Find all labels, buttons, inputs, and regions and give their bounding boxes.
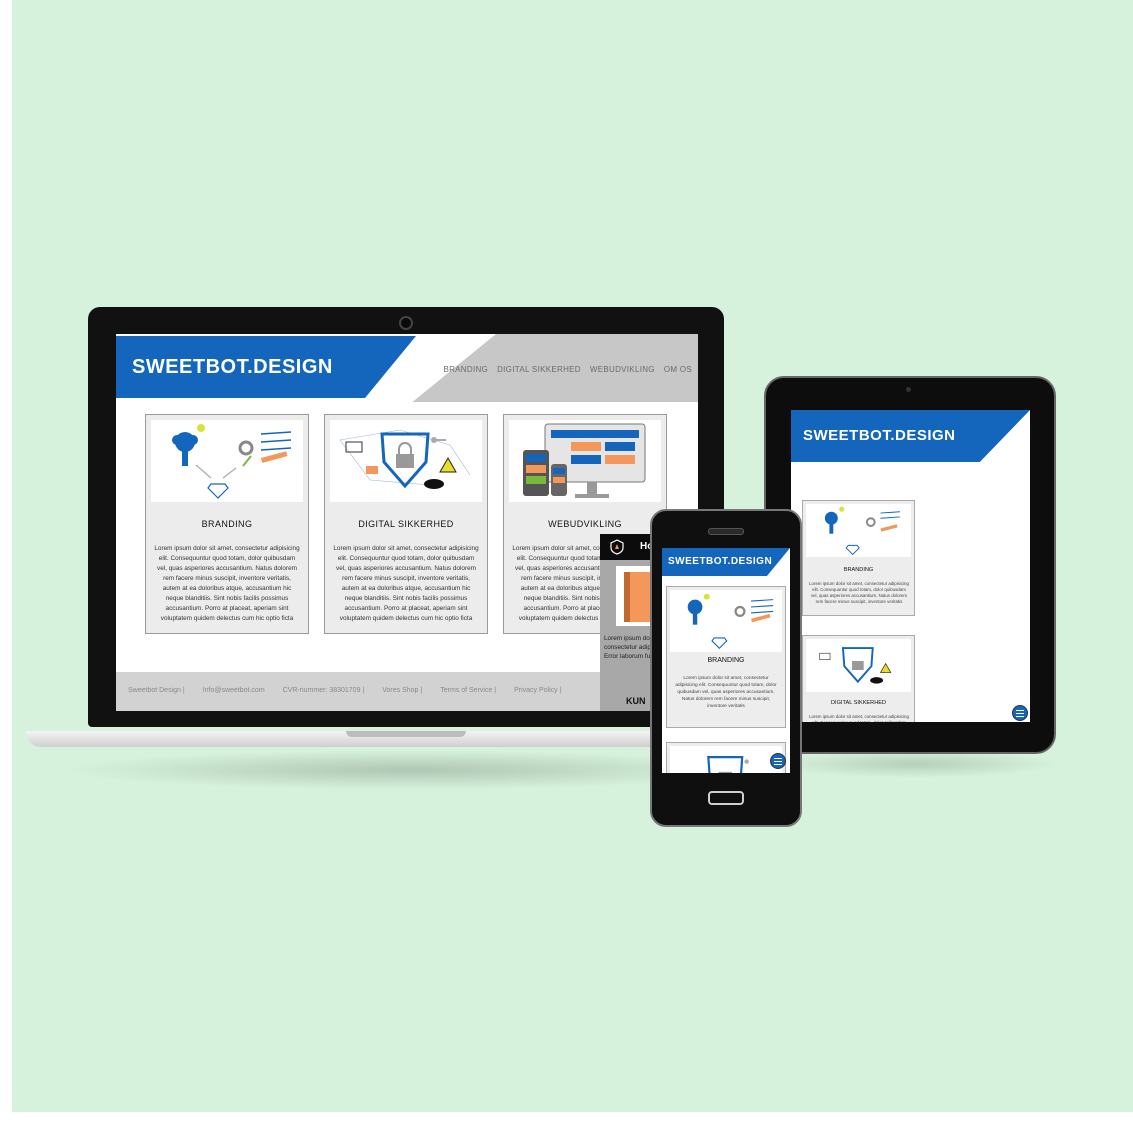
tablet-card-branding[interactable]: BRANDING Lorem ipsum dolor sit amet, con…	[802, 500, 915, 616]
footer-privacy-link[interactable]: Privacy Policy |	[514, 687, 561, 694]
shield-logo-icon	[610, 539, 624, 555]
card-title: BRANDING	[707, 657, 745, 664]
nav-om-os[interactable]: OM OS	[664, 365, 692, 374]
nav-digital-sikkerhed[interactable]: DIGITAL SIKKERHED	[497, 365, 581, 374]
branding-illustration	[806, 504, 911, 557]
laptop-camera	[399, 316, 413, 330]
site-header: SWEETBOT.DESIGN BRANDING DIGITAL SIKKERH…	[116, 334, 698, 402]
service-card-digital-sikkerhed[interactable]: DIGITAL SIKKERHED Lorem ipsum dolor sit …	[324, 414, 488, 634]
tablet-shadow	[770, 750, 1060, 778]
card-title: DIGITAL SIKKERHED	[830, 700, 887, 706]
security-illustration	[670, 746, 782, 773]
main-nav: BRANDING DIGITAL SIKKERHED WEBUDVIKLING …	[443, 365, 692, 374]
tablet-logo[interactable]: SWEETBOT.DESIGN	[803, 427, 956, 444]
pencil-icon	[242, 455, 252, 467]
gear-icon	[238, 440, 254, 456]
site-logo[interactable]: SWEETBOT.DESIGN	[132, 356, 333, 379]
card-title: BRANDING	[201, 519, 253, 529]
nav-webudvikling[interactable]: WEBUDVIKLING	[590, 365, 655, 374]
card-title: BRANDING	[843, 567, 874, 573]
card-text: Lorem ipsum dolor sit amet, consectetur …	[809, 714, 909, 722]
phone-card-branding[interactable]: BRANDING Lorem ipsum dolor sit amet, con…	[666, 586, 786, 728]
footer-cvr: CVR-nummer: 38301709 |	[282, 687, 365, 694]
warning-icon	[439, 456, 457, 473]
card-text: Lorem ipsum dolor sit amet, consectetur …	[154, 545, 300, 622]
tablet-camera	[906, 387, 911, 392]
tablet-card-digital-sikkerhed[interactable]: DIGITAL SIKKERHED Lorem ipsum dolor sit …	[802, 635, 915, 722]
security-illustration	[806, 639, 911, 692]
phone-logo[interactable]: SWEETBOT.DESIGN	[668, 556, 772, 567]
footer-company: Sweetbot Design |	[128, 687, 185, 694]
footer-terms-link[interactable]: Terms of Service |	[440, 687, 496, 694]
phone-home-button[interactable]	[708, 791, 744, 805]
laptop-screen: SWEETBOT.DESIGN BRANDING DIGITAL SIKKERH…	[116, 334, 698, 711]
web-illustration	[509, 420, 661, 502]
phone-card-digital-sikkerhed[interactable]	[666, 742, 786, 773]
cloud-icon	[424, 479, 444, 489]
ruler-icon	[261, 451, 288, 463]
laptop-icon	[345, 441, 363, 453]
lightbulb-icon	[197, 424, 205, 432]
card-text: Lorem ipsum dolor sit amet, consectetur …	[675, 676, 777, 709]
card-title: DIGITAL SIKKERHED	[358, 519, 454, 529]
footer-shop-link[interactable]: Vores Shop |	[382, 687, 422, 694]
diamond-icon	[207, 483, 229, 499]
laptop-notch	[346, 731, 466, 737]
phone-screen: SWEETBOT.DESIGN BRANDING Lorem ipsum dol…	[662, 548, 790, 773]
phone-header: SWEETBOT.DESIGN	[662, 548, 790, 576]
card-text: Lorem ipsum dolor sit amet, consectetur …	[809, 581, 909, 604]
nav-branding[interactable]: BRANDING	[443, 365, 488, 374]
tablet-header: SWEETBOT.DESIGN	[791, 410, 1030, 462]
security-illustration	[330, 420, 482, 502]
cart-icon	[366, 466, 378, 474]
branding-illustration	[151, 420, 303, 502]
menu-fab-icon[interactable]	[1012, 705, 1028, 721]
card-text: Lorem ipsum dolor sit amet, consectetur …	[333, 545, 479, 622]
card-title: WEBUDVIKLING	[548, 519, 622, 529]
popup-cta-button[interactable]: KUN	[626, 696, 646, 706]
footer-email[interactable]: Info@sweetbot.com	[203, 687, 265, 694]
tablet-screen: SWEETBOT.DESIGN BRANDING Lorem ipsum dol…	[791, 410, 1030, 722]
branding-illustration	[670, 590, 782, 652]
menu-fab-icon[interactable]	[770, 753, 786, 769]
service-card-branding[interactable]: BRANDING Lorem ipsum dolor sit amet, con…	[145, 414, 309, 634]
phone-speaker	[708, 528, 744, 535]
head-tree-icon	[172, 432, 198, 466]
checklist-icon	[260, 431, 292, 451]
lock-icon	[396, 454, 414, 468]
